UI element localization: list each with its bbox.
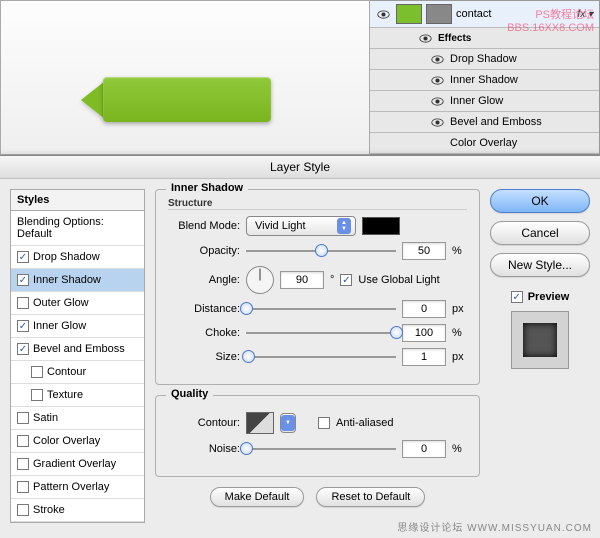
opacity-input[interactable] — [402, 242, 446, 260]
style-checkbox[interactable]: ✓ — [17, 320, 29, 332]
px-label: px — [452, 303, 464, 315]
preview-checkbox[interactable]: ✓ — [511, 291, 523, 303]
style-checkbox[interactable] — [17, 458, 29, 470]
visibility-icon[interactable] — [418, 31, 432, 45]
settings-panel: Inner Shadow Structure Blend Mode: Vivid… — [155, 189, 480, 525]
new-style-button[interactable]: New Style... — [490, 253, 590, 277]
styles-header[interactable]: Styles — [11, 190, 144, 211]
layers-panel: contact fx ▾ Effects Drop ShadowInner Sh… — [370, 0, 600, 155]
angle-dial[interactable] — [246, 266, 274, 294]
antialiased-checkbox[interactable] — [318, 417, 330, 429]
angle-label: Angle: — [168, 274, 240, 286]
blending-options[interactable]: Blending Options: Default — [11, 211, 144, 246]
effects-row[interactable]: Effects — [370, 28, 599, 49]
style-item[interactable]: ✓Bevel and Emboss — [11, 338, 144, 361]
layer-name: contact — [456, 8, 491, 20]
effect-item[interactable]: Color Overlay — [370, 133, 599, 154]
quality-label: Quality — [166, 388, 213, 400]
size-label: Size: — [168, 351, 240, 363]
style-item[interactable]: Color Overlay — [11, 430, 144, 453]
style-checkbox[interactable]: ✓ — [17, 251, 29, 263]
blend-mode-label: Blend Mode: — [168, 220, 240, 232]
style-item[interactable]: ✓Inner Shadow — [11, 269, 144, 292]
mask-thumb — [426, 4, 452, 24]
layer-style-dialog: Layer Style Styles Blending Options: Def… — [0, 155, 600, 538]
style-checkbox[interactable] — [17, 297, 29, 309]
styles-list: Styles Blending Options: Default ✓Drop S… — [10, 189, 145, 523]
global-light-checkbox[interactable]: ✓ — [340, 274, 352, 286]
style-item[interactable]: Contour — [11, 361, 144, 384]
style-item[interactable]: Satin — [11, 407, 144, 430]
contour-dropdown[interactable]: ▼ — [280, 413, 296, 433]
structure-label: Structure — [168, 198, 467, 210]
effect-item[interactable]: Drop Shadow — [370, 49, 599, 70]
style-checkbox[interactable] — [17, 481, 29, 493]
layer-thumb — [396, 4, 422, 24]
style-item[interactable]: Pattern Overlay — [11, 476, 144, 499]
opacity-label: Opacity: — [168, 245, 240, 257]
style-item[interactable]: Texture — [11, 384, 144, 407]
choke-input[interactable] — [402, 324, 446, 342]
style-item[interactable]: Stroke — [11, 499, 144, 522]
noise-input[interactable] — [402, 440, 446, 458]
size-slider[interactable] — [246, 350, 396, 364]
pct-label: % — [452, 443, 462, 455]
footer-watermark: 思缘设计论坛 WWW.MISSYUAN.COM — [397, 519, 592, 534]
angle-input[interactable] — [280, 271, 324, 289]
preview-label: Preview — [528, 291, 570, 303]
style-item[interactable]: ✓Drop Shadow — [11, 246, 144, 269]
panel-title: Inner Shadow — [166, 182, 248, 194]
layer-row[interactable]: contact fx ▾ — [370, 1, 599, 28]
distance-label: Distance: — [168, 303, 240, 315]
style-item[interactable]: Outer Glow — [11, 292, 144, 315]
style-checkbox[interactable] — [31, 366, 43, 378]
style-checkbox[interactable]: ✓ — [17, 274, 29, 286]
distance-slider[interactable] — [246, 302, 396, 316]
contour-label: Contour: — [168, 417, 240, 429]
distance-input[interactable] — [402, 300, 446, 318]
style-checkbox[interactable] — [31, 389, 43, 401]
reset-default-button[interactable]: Reset to Default — [316, 487, 425, 507]
antialiased-label: Anti-aliased — [336, 417, 393, 429]
style-checkbox[interactable] — [17, 412, 29, 424]
effect-item[interactable]: Inner Shadow — [370, 70, 599, 91]
tag-shape — [81, 77, 271, 122]
visibility-icon[interactable] — [376, 7, 390, 21]
style-checkbox[interactable] — [17, 504, 29, 516]
style-checkbox[interactable] — [17, 435, 29, 447]
global-light-label: Use Global Light — [358, 274, 439, 286]
make-default-button[interactable]: Make Default — [210, 487, 305, 507]
dialog-buttons: OK Cancel New Style... ✓ Preview — [490, 189, 590, 525]
canvas-area — [0, 0, 370, 155]
noise-label: Noise: — [168, 443, 240, 455]
style-item[interactable]: Gradient Overlay — [11, 453, 144, 476]
visibility-icon[interactable] — [430, 115, 444, 129]
noise-slider[interactable] — [246, 442, 396, 456]
pct-label: % — [452, 245, 462, 257]
opacity-slider[interactable] — [246, 244, 396, 258]
degree-label: ° — [330, 274, 334, 286]
style-item[interactable]: ✓Inner Glow — [11, 315, 144, 338]
visibility-icon[interactable] — [430, 94, 444, 108]
blend-mode-dropdown[interactable]: Vivid Light▲▼ — [246, 216, 356, 236]
px-label: px — [452, 351, 464, 363]
effect-item[interactable]: Bevel and Emboss — [370, 112, 599, 133]
contour-picker[interactable] — [246, 412, 274, 434]
dialog-title: Layer Style — [0, 156, 600, 179]
preview-swatch — [511, 311, 569, 369]
visibility-icon[interactable] — [430, 52, 444, 66]
ok-button[interactable]: OK — [490, 189, 590, 213]
choke-label: Choke: — [168, 327, 240, 339]
pct-label: % — [452, 327, 462, 339]
choke-slider[interactable] — [246, 326, 396, 340]
fx-badge[interactable]: fx ▾ — [577, 9, 593, 20]
visibility-icon[interactable] — [430, 73, 444, 87]
effects-label: Effects — [438, 33, 471, 44]
cancel-button[interactable]: Cancel — [490, 221, 590, 245]
effect-item[interactable]: Inner Glow — [370, 91, 599, 112]
size-input[interactable] — [402, 348, 446, 366]
shadow-color-swatch[interactable] — [362, 217, 400, 235]
style-checkbox[interactable]: ✓ — [17, 343, 29, 355]
